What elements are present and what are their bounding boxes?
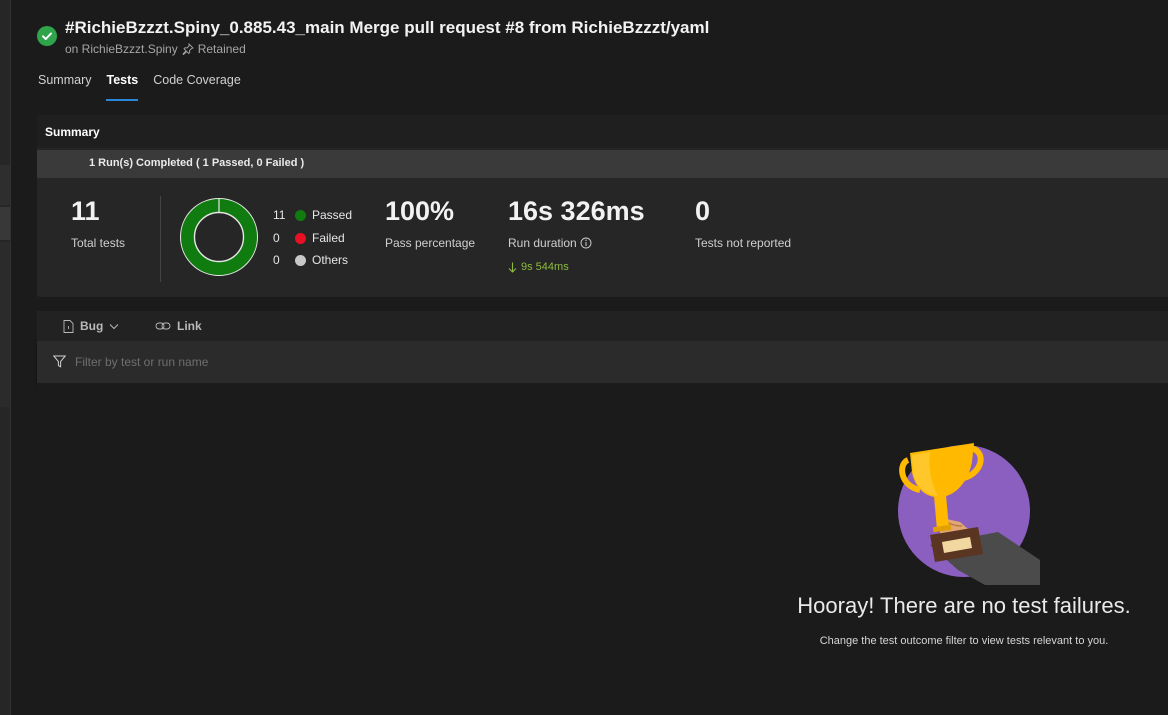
legend-others-count: 0 bbox=[273, 253, 280, 267]
bug-label: Bug bbox=[80, 319, 104, 333]
run-status-text: 1 Run(s) Completed ( 1 Passed, 0 Failed … bbox=[89, 157, 305, 169]
info-icon[interactable] bbox=[580, 237, 592, 249]
filter-input[interactable] bbox=[73, 352, 577, 372]
empty-state-title: Hooray! There are no test failures. bbox=[797, 593, 1131, 618]
success-check-icon bbox=[37, 26, 57, 46]
legend-passed-count: 11 bbox=[273, 208, 286, 222]
total-tests-label: Total tests bbox=[71, 236, 126, 250]
outcome-donut-chart bbox=[180, 198, 258, 276]
not-reported-value: 0 bbox=[695, 196, 711, 226]
run-duration-value: 16s 326ms bbox=[508, 196, 645, 226]
project-link[interactable]: on RichieBzzzt.Spiny bbox=[65, 42, 178, 56]
link-button[interactable]: Link bbox=[155, 319, 202, 333]
legend-others[interactable]: 0 Others bbox=[273, 253, 348, 267]
empty-state-message: Change the test outcome filter to view t… bbox=[819, 635, 1109, 647]
legend-passed[interactable]: 11 Passed bbox=[273, 208, 352, 222]
others-dot-icon bbox=[295, 254, 306, 266]
trophy-illustration-icon bbox=[898, 443, 1040, 585]
tab-code-coverage[interactable]: Code Coverage bbox=[153, 73, 241, 95]
legend-others-label: Others bbox=[312, 253, 349, 267]
pass-percentage-label: Pass percentage bbox=[385, 236, 476, 250]
page-subtitle: on RichieBzzzt.Spiny Retained bbox=[65, 42, 246, 56]
run-duration-label: Run duration bbox=[508, 236, 577, 250]
link-label: Link bbox=[177, 319, 202, 333]
bug-icon bbox=[63, 319, 74, 333]
failed-dot-icon bbox=[295, 232, 306, 244]
link-icon bbox=[155, 322, 171, 330]
tab-summary[interactable]: Summary bbox=[38, 73, 91, 95]
run-duration-label-row: Run duration bbox=[508, 236, 592, 250]
legend-failed-count: 0 bbox=[273, 231, 280, 245]
run-status-bar[interactable]: 1 Run(s) Completed ( 1 Passed, 0 Failed … bbox=[37, 150, 1168, 178]
legend-failed-label: Failed bbox=[312, 231, 345, 245]
run-duration-delta: 9s 544ms bbox=[508, 261, 569, 273]
filter-bar bbox=[37, 341, 1168, 383]
summary-heading: Summary bbox=[45, 125, 100, 139]
tab-bar: Summary Tests Code Coverage bbox=[38, 73, 241, 101]
legend-failed[interactable]: 0 Failed bbox=[273, 231, 345, 245]
run-duration-delta-value: 9s 544ms bbox=[521, 261, 569, 273]
left-nav-item-selected[interactable] bbox=[0, 207, 10, 240]
tab-tests[interactable]: Tests bbox=[106, 73, 138, 101]
left-nav-item[interactable] bbox=[0, 165, 10, 205]
stats-divider bbox=[160, 196, 161, 282]
left-nav-item[interactable] bbox=[0, 242, 10, 407]
legend-passed-label: Passed bbox=[312, 208, 353, 222]
not-reported-label: Tests not reported bbox=[695, 236, 792, 250]
pin-icon bbox=[182, 43, 194, 55]
arrow-down-icon bbox=[508, 262, 517, 273]
chevron-down-icon bbox=[109, 323, 119, 329]
pass-percentage-value: 100% bbox=[385, 196, 455, 226]
filter-icon bbox=[53, 355, 66, 368]
bug-button[interactable]: Bug bbox=[63, 319, 119, 333]
results-toolbar: Bug Link bbox=[37, 311, 1168, 341]
left-nav-strip bbox=[0, 0, 11, 715]
summary-header: Summary bbox=[37, 115, 1168, 148]
page-title: #RichieBzzzt.Spiny_0.885.43_main Merge p… bbox=[65, 18, 710, 37]
passed-dot-icon bbox=[295, 209, 306, 221]
retained-label: Retained bbox=[197, 42, 246, 56]
total-tests-value: 11 bbox=[71, 196, 100, 226]
